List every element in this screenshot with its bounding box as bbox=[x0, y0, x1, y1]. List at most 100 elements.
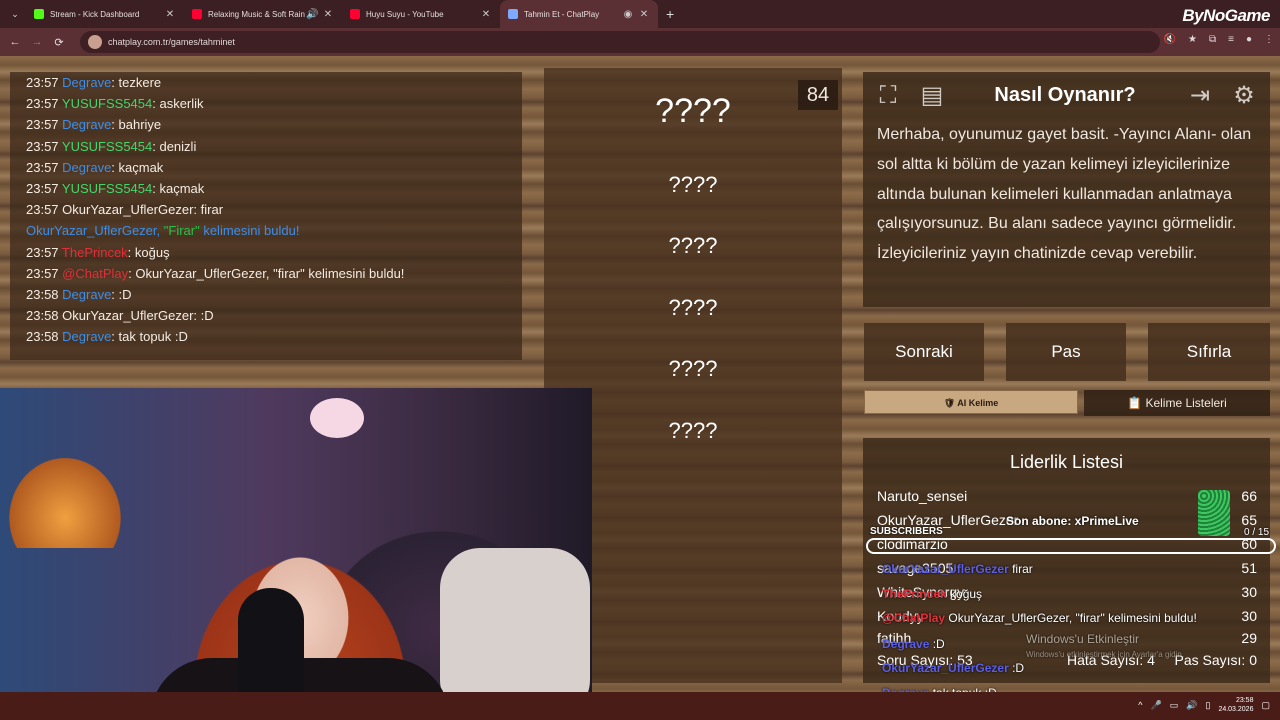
youtube-icon bbox=[350, 9, 360, 19]
overlay-chat-message: OkurYazar_UflerGezer firar bbox=[882, 562, 1033, 576]
tab-tahmin-et[interactable]: Tahmin Et - ChatPlay ◉ ✕ bbox=[500, 0, 658, 28]
youtube-icon bbox=[192, 9, 202, 19]
close-icon[interactable]: ✕ bbox=[164, 9, 176, 20]
how-to-play-title: Nasıl Oynanır? bbox=[994, 84, 1136, 106]
subscribers-count: 0 / 15 bbox=[1244, 527, 1270, 538]
overlay-chat-text: :D bbox=[932, 637, 945, 651]
volume-icon[interactable]: 🔊 bbox=[1186, 700, 1197, 711]
chat-panel: 23:57 Degrave: tezkere 23:57 YUSUFSS5454:… bbox=[10, 72, 522, 360]
chat-username[interactable]: YUSUFSS5454 bbox=[62, 139, 152, 154]
tab-strip: ⌄ Stream - Kick Dashboard ✕ Relaxing Mus… bbox=[0, 0, 1280, 28]
media-icon[interactable]: ≡ bbox=[1228, 34, 1234, 45]
chat-username[interactable]: Degrave bbox=[62, 160, 111, 175]
overlay-chat-username: OkurYazar_UflerGezer bbox=[882, 661, 1013, 675]
pass-count: Pas Sayısı: 0 bbox=[1174, 652, 1257, 668]
chat-timestamp: 23:57 bbox=[26, 117, 63, 133]
word-lists-button[interactable]: 📋 Kelime Listeleri bbox=[1084, 390, 1270, 416]
chat-username[interactable]: Degrave bbox=[62, 329, 111, 344]
chat-text: : kaçmak bbox=[152, 180, 205, 196]
tab-huyu-suyu[interactable]: Huyu Suyu - YouTube ✕ bbox=[342, 0, 500, 28]
system-tray: ^ 🎤 ▭ 🔊 ▯ 23:58 24.03.2026 ▢ bbox=[1138, 696, 1270, 714]
next-button[interactable]: Sonraki bbox=[864, 323, 984, 381]
overlay-chat-username: @ChatPlay bbox=[882, 611, 949, 625]
mute-icon[interactable]: 🔇 bbox=[1164, 34, 1176, 45]
sub-goal-canister bbox=[1198, 490, 1230, 536]
reset-button[interactable]: Sıfırla bbox=[1148, 323, 1270, 381]
network-icon[interactable]: ▭ bbox=[1170, 700, 1179, 711]
plush-toy-image bbox=[310, 398, 364, 438]
chat-username[interactable]: @ChatPlay bbox=[62, 266, 128, 281]
exit-icon[interactable]: ⇥ bbox=[1184, 80, 1216, 112]
chat-username[interactable]: OkurYazar_UflerGezer bbox=[62, 308, 193, 323]
speaker-icon[interactable]: 🔊 bbox=[306, 9, 318, 20]
overlay-chat-message: @ChatPlay OkurYazar_UflerGezer, "firar" … bbox=[882, 611, 1197, 625]
mic-icon[interactable]: 🎤 bbox=[1151, 700, 1162, 711]
chevron-up-icon[interactable]: ^ bbox=[1138, 700, 1142, 710]
leaderboard-title: Liderlik Listesi bbox=[1009, 452, 1124, 472]
chat-message: 23:57 @ChatPlay: OkurYazar_UflerGezer, "… bbox=[26, 263, 506, 284]
chat-timestamp: 23:57 bbox=[26, 202, 63, 218]
bookmark-star-icon[interactable]: ★ bbox=[1188, 34, 1197, 45]
chat-text: : askerlik bbox=[152, 96, 204, 112]
chat-timestamp: 23:58 bbox=[26, 308, 63, 324]
chat-text: : OkurYazar_UflerGezer, "firar" kelimesi… bbox=[128, 265, 405, 281]
gear-icon[interactable]: ⚙ bbox=[1228, 80, 1260, 112]
tab-relaxing-music[interactable]: Relaxing Music & Soft Rain 🔊 ✕ bbox=[184, 0, 342, 28]
fullscreen-icon[interactable]: ⛶ bbox=[872, 80, 904, 112]
notification-icon[interactable]: ▢ bbox=[1261, 700, 1270, 711]
close-icon[interactable]: ✕ bbox=[638, 9, 650, 20]
chat-text: : firar bbox=[193, 202, 224, 218]
lamp-image bbox=[0, 448, 130, 548]
ai-word-button[interactable]: 🛡 AI Kelime bbox=[864, 390, 1078, 414]
chat-username[interactable]: ThePrincek bbox=[62, 245, 128, 260]
chat-message: 23:57 OkurYazar_UflerGezer: firar bbox=[26, 199, 506, 220]
battery-icon[interactable]: ▯ bbox=[1205, 700, 1210, 711]
overlay-chat-username: OkurYazar_UflerGezer bbox=[882, 562, 1013, 576]
chat-text: : tezkere bbox=[111, 75, 162, 90]
tab-search-button[interactable]: ⌄ bbox=[4, 4, 26, 24]
clock[interactable]: 23:58 24.03.2026 bbox=[1218, 696, 1253, 714]
chatplay-icon bbox=[508, 9, 518, 19]
forward-icon[interactable]: → bbox=[26, 36, 48, 48]
overlay-chat-text: OkurYazar_UflerGezer, "firar" kelimesini… bbox=[948, 611, 1197, 625]
chat-text: : tak topuk :D bbox=[111, 329, 188, 345]
chat-timestamp: 23:57 bbox=[26, 244, 62, 260]
reload-icon[interactable]: ⟳ bbox=[48, 36, 70, 49]
chat-timestamp: 23:58 bbox=[26, 286, 63, 302]
profile-icon[interactable]: ● bbox=[1246, 34, 1252, 45]
site-info-icon[interactable] bbox=[88, 35, 102, 49]
chat-username[interactable]: Degrave bbox=[62, 75, 111, 90]
chat-text: : bahriye bbox=[111, 117, 162, 133]
chat-username[interactable]: OkurYazar_UflerGezer bbox=[62, 202, 193, 217]
back-icon[interactable]: ← bbox=[4, 36, 26, 48]
pass-button[interactable]: Pas bbox=[1006, 323, 1126, 381]
chat-timestamp: 23:58 bbox=[26, 329, 63, 345]
new-tab-button[interactable]: + bbox=[666, 6, 674, 22]
chat-timestamp: 23:57 bbox=[26, 265, 63, 281]
chat-username[interactable]: YUSUFSS5454 bbox=[62, 181, 152, 196]
last-subscriber: Son abone: xPrimeLive bbox=[1006, 514, 1139, 528]
chat-text: : kaçmak bbox=[111, 159, 164, 175]
subscriber-goal-bar bbox=[866, 538, 1276, 554]
url-input[interactable]: chatplay.com.tr/games/tahminet bbox=[80, 31, 1160, 53]
extensions-icon[interactable]: ⧉ bbox=[1209, 34, 1216, 45]
chat-message: OkurYazar_UflerGezer, "Firar" kelimesini… bbox=[26, 220, 506, 241]
chat-message: 23:57 YUSUFSS5454: askerlik bbox=[26, 93, 506, 114]
close-icon[interactable]: ✕ bbox=[480, 9, 492, 20]
forbidden-word: ???? bbox=[668, 295, 718, 320]
bynogame-logo: ByNoGame bbox=[1182, 6, 1270, 25]
chat-timestamp: 23:57 bbox=[26, 138, 62, 154]
chat-username[interactable]: Degrave bbox=[62, 117, 111, 132]
chat-username[interactable]: Degrave bbox=[62, 287, 111, 302]
chat-message: 23:57 Degrave: bahriye bbox=[26, 114, 506, 135]
chat-username[interactable]: OkurYazar_UflerGezer, bbox=[26, 223, 164, 238]
chat-username[interactable]: YUSUFSS5454 bbox=[62, 96, 152, 111]
close-icon[interactable]: ✕ bbox=[322, 9, 334, 20]
forbidden-word: ???? bbox=[668, 172, 718, 197]
chat-message: 23:57 ThePrincek: koğuş bbox=[26, 242, 506, 263]
record-icon[interactable]: ◉ bbox=[622, 9, 634, 20]
tab-kick-dashboard[interactable]: Stream - Kick Dashboard ✕ bbox=[26, 0, 184, 28]
chat-message: 23:57 YUSUFSS5454: kaçmak bbox=[26, 178, 506, 199]
chat-message: 23:57 Degrave: kaçmak bbox=[26, 157, 506, 178]
menu-icon[interactable]: ⋮ bbox=[1264, 34, 1274, 45]
